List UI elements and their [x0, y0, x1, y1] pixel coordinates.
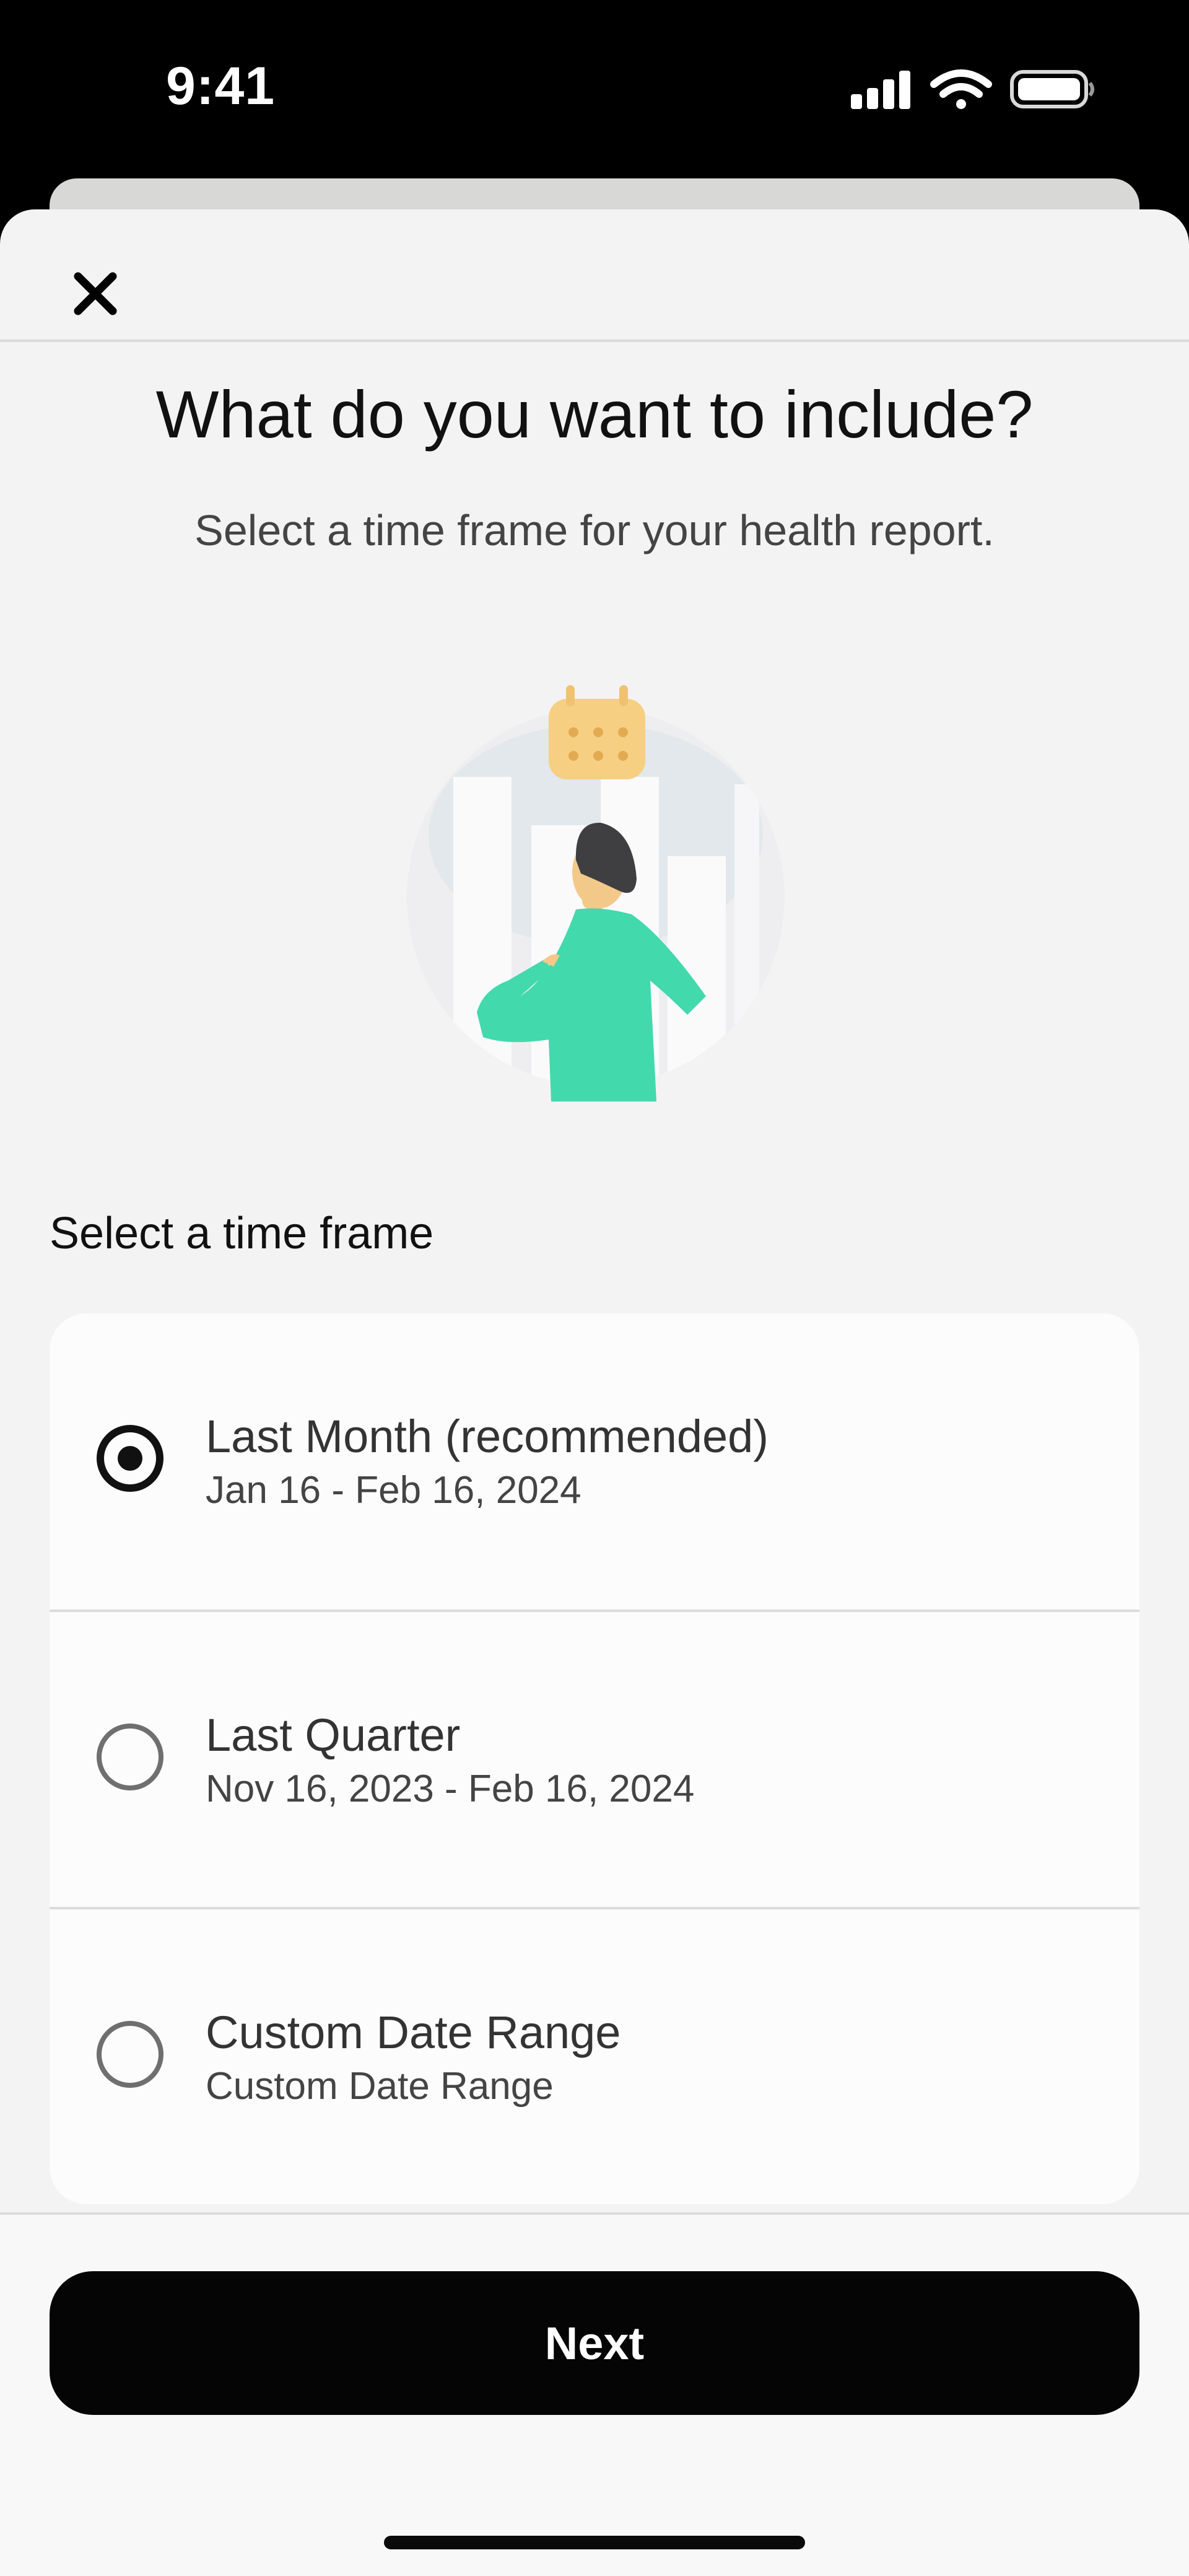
option-last-quarter[interactable]: Last Quarter Nov 16, 2023 - Feb 16, 2024 — [50, 1610, 1139, 1908]
calendar-icon — [549, 685, 645, 779]
status-time: 9:41 — [166, 56, 276, 116]
report-illustration — [396, 668, 793, 1102]
close-icon — [74, 272, 117, 315]
cellular-signal-icon — [851, 71, 910, 109]
page-subtitle: Select a time frame for your health repo… — [194, 506, 995, 554]
home-indicator — [384, 2536, 805, 2549]
option-title: Last Quarter — [206, 1709, 461, 1761]
section-label: Select a time frame — [50, 1209, 434, 1258]
option-subtitle: Jan 16 - Feb 16, 2024 — [206, 1469, 581, 1512]
status-bar: 9:41 — [0, 0, 1189, 180]
radio-unselected-icon[interactable] — [97, 1724, 163, 1790]
option-subtitle: Custom Date Range — [206, 2065, 554, 2108]
modal-sheet: What do you want to include? Select a ti… — [0, 209, 1189, 2576]
radio-selected-icon[interactable] — [97, 1425, 163, 1492]
option-title: Last Month (recommended) — [206, 1411, 769, 1462]
time-frame-options: Last Month (recommended) Jan 16 - Feb 16… — [50, 1313, 1139, 2204]
next-button[interactable]: Next — [50, 2271, 1139, 2415]
close-button[interactable] — [62, 260, 129, 327]
option-custom-date-range[interactable]: Custom Date Range Custom Date Range — [50, 1907, 1139, 2204]
option-subtitle: Nov 16, 2023 - Feb 16, 2024 — [206, 1768, 695, 1810]
battery-icon — [1010, 70, 1094, 108]
option-last-month[interactable]: Last Month (recommended) Jan 16 - Feb 16… — [50, 1313, 1139, 1610]
radio-unselected-icon[interactable] — [97, 2021, 163, 2088]
page-title: What do you want to include? — [155, 377, 1034, 452]
wifi-icon — [930, 69, 992, 109]
status-icons — [848, 67, 1096, 110]
header-divider — [0, 340, 1189, 342]
option-title: Custom Date Range — [206, 2007, 621, 2058]
